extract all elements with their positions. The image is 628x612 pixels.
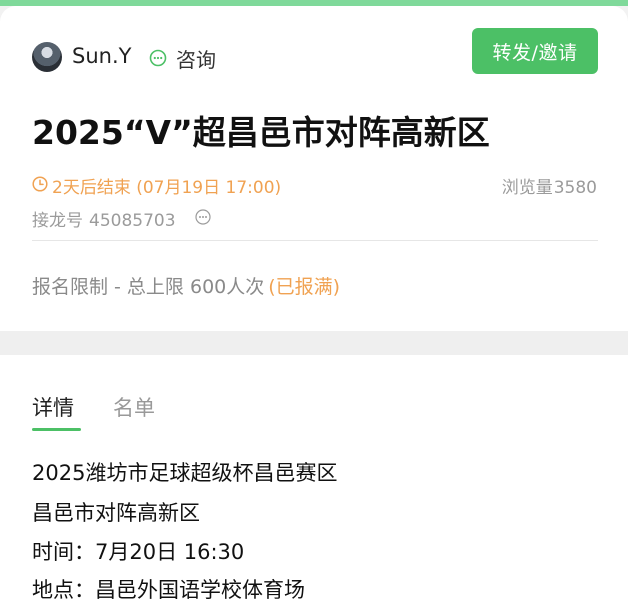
more-icon[interactable]	[195, 209, 211, 225]
consult-link[interactable]: 咨询	[176, 44, 216, 73]
avatar[interactable]	[32, 42, 62, 72]
signup-status: (已报满)	[268, 276, 341, 298]
signup-limit-text: 报名限制 - 总上限 600人次	[32, 276, 265, 298]
clock-icon	[32, 176, 48, 192]
detail-line: 2025潍坊市足球超级杯昌邑赛区	[32, 461, 338, 485]
active-tab-indicator	[32, 428, 81, 431]
page-title: 2025“V”超昌邑市对阵高新区	[32, 113, 490, 152]
user-name[interactable]: Sun.Y	[72, 44, 131, 68]
section-gap	[0, 331, 628, 355]
relay-number-value: 45085703	[89, 211, 176, 231]
share-invite-button[interactable]: 转发/邀请	[472, 28, 598, 74]
divider	[32, 240, 598, 241]
detail-line: 地点：昌邑外国语学校体育场	[32, 578, 305, 602]
tab-roster[interactable]: 名单	[113, 392, 155, 422]
detail-line: 昌邑市对阵高新区	[32, 501, 200, 525]
view-count-label: 浏览量	[501, 178, 553, 198]
detail-line: 时间：7月20日 16:30	[32, 540, 245, 564]
view-count-value: 3580	[553, 178, 597, 198]
deadline-text: 2天后结束 (07月19日 17:00)	[52, 178, 282, 198]
relay-number-label: 接龙号	[32, 211, 83, 231]
signup-limit: 报名限制 - 总上限 600人次 (已报满)	[32, 272, 340, 299]
relay-number: 接龙号 45085703	[32, 206, 176, 231]
view-count: 浏览量3580	[502, 173, 597, 198]
chat-icon[interactable]	[149, 49, 167, 67]
tab-details[interactable]: 详情	[32, 392, 74, 422]
